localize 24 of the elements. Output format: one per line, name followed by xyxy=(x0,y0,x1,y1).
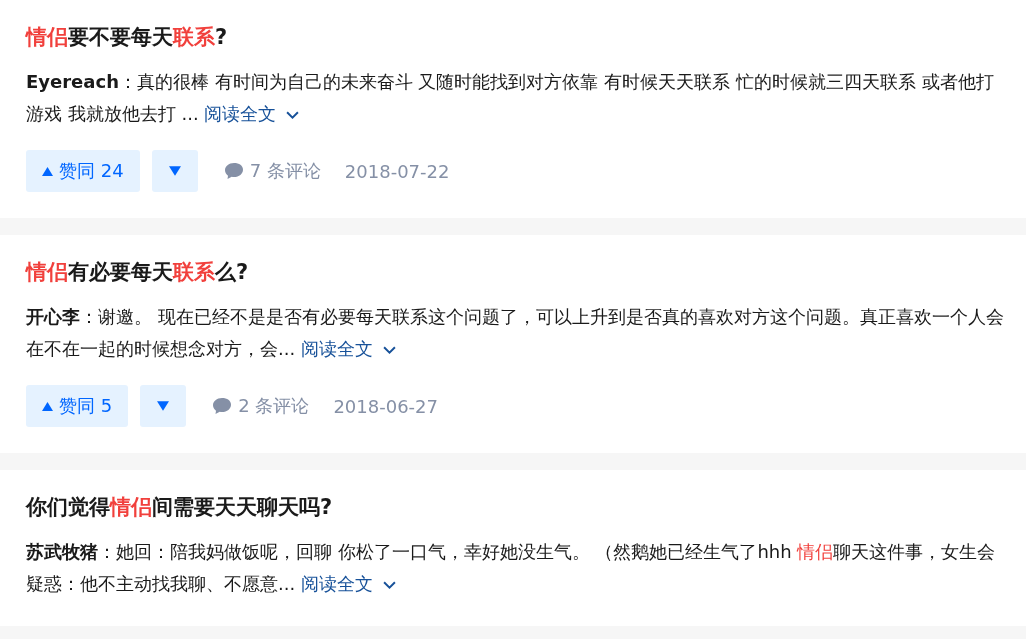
upvote-button[interactable]: 赞同 24 xyxy=(26,150,140,192)
read-more-link[interactable]: 阅读全文 xyxy=(204,103,300,124)
triangle-up-icon xyxy=(42,166,53,176)
triangle-up-icon xyxy=(42,401,53,411)
triangle-down-icon xyxy=(157,401,170,411)
answer-excerpt: 开心李：谢邀。 现在已经不是是否有必要每天联系这个问题了，可以上升到是否真的喜欢对方这个问题。真正喜欢一个人会在不在一起的时候想念对方，会... 阅读全文 xyxy=(26,305,1005,361)
upvote-button[interactable]: 赞同 5 xyxy=(26,385,129,427)
question-title[interactable]: 你们觉得情侣间需要天天聊天吗? xyxy=(26,492,333,522)
question-title[interactable]: 情侣要不要每天联系? xyxy=(26,22,228,52)
answer-date: 2018-07-22 xyxy=(344,160,450,182)
chevron-down-icon xyxy=(286,111,300,120)
answer-excerpt: Eyereach：真的很棒 有时间为自己的未来奋斗 又随时能找到对方依靠 有时候天天联系 忙的时候就三四天联系 或者他打游戏 我就放他去打 ... 阅读全文 xyxy=(26,70,995,126)
downvote-button[interactable] xyxy=(140,385,187,427)
answer-date: 2018-06-27 xyxy=(333,395,438,417)
question-title[interactable]: 情侣有必要每天联系么? xyxy=(26,257,249,287)
speech-bubble-icon xyxy=(212,397,233,415)
downvote-button[interactable] xyxy=(151,150,198,192)
triangle-down-icon xyxy=(168,166,181,176)
chevron-down-icon xyxy=(382,581,396,590)
chevron-down-icon xyxy=(382,346,396,355)
speech-bubble-icon xyxy=(223,162,244,180)
read-more-link[interactable]: 阅读全文 xyxy=(300,338,396,359)
read-more-link[interactable]: 阅读全文 xyxy=(300,573,396,594)
answer-excerpt: 苏武牧猪：她回：陪我妈做饭呢，回聊 你松了一口气，幸好她没生气。 （然鹅她已经生气了hhh 情侣聊天这件事，女生会疑惑：他不主动找我聊、不愿意... 阅读全文 xyxy=(26,540,997,596)
